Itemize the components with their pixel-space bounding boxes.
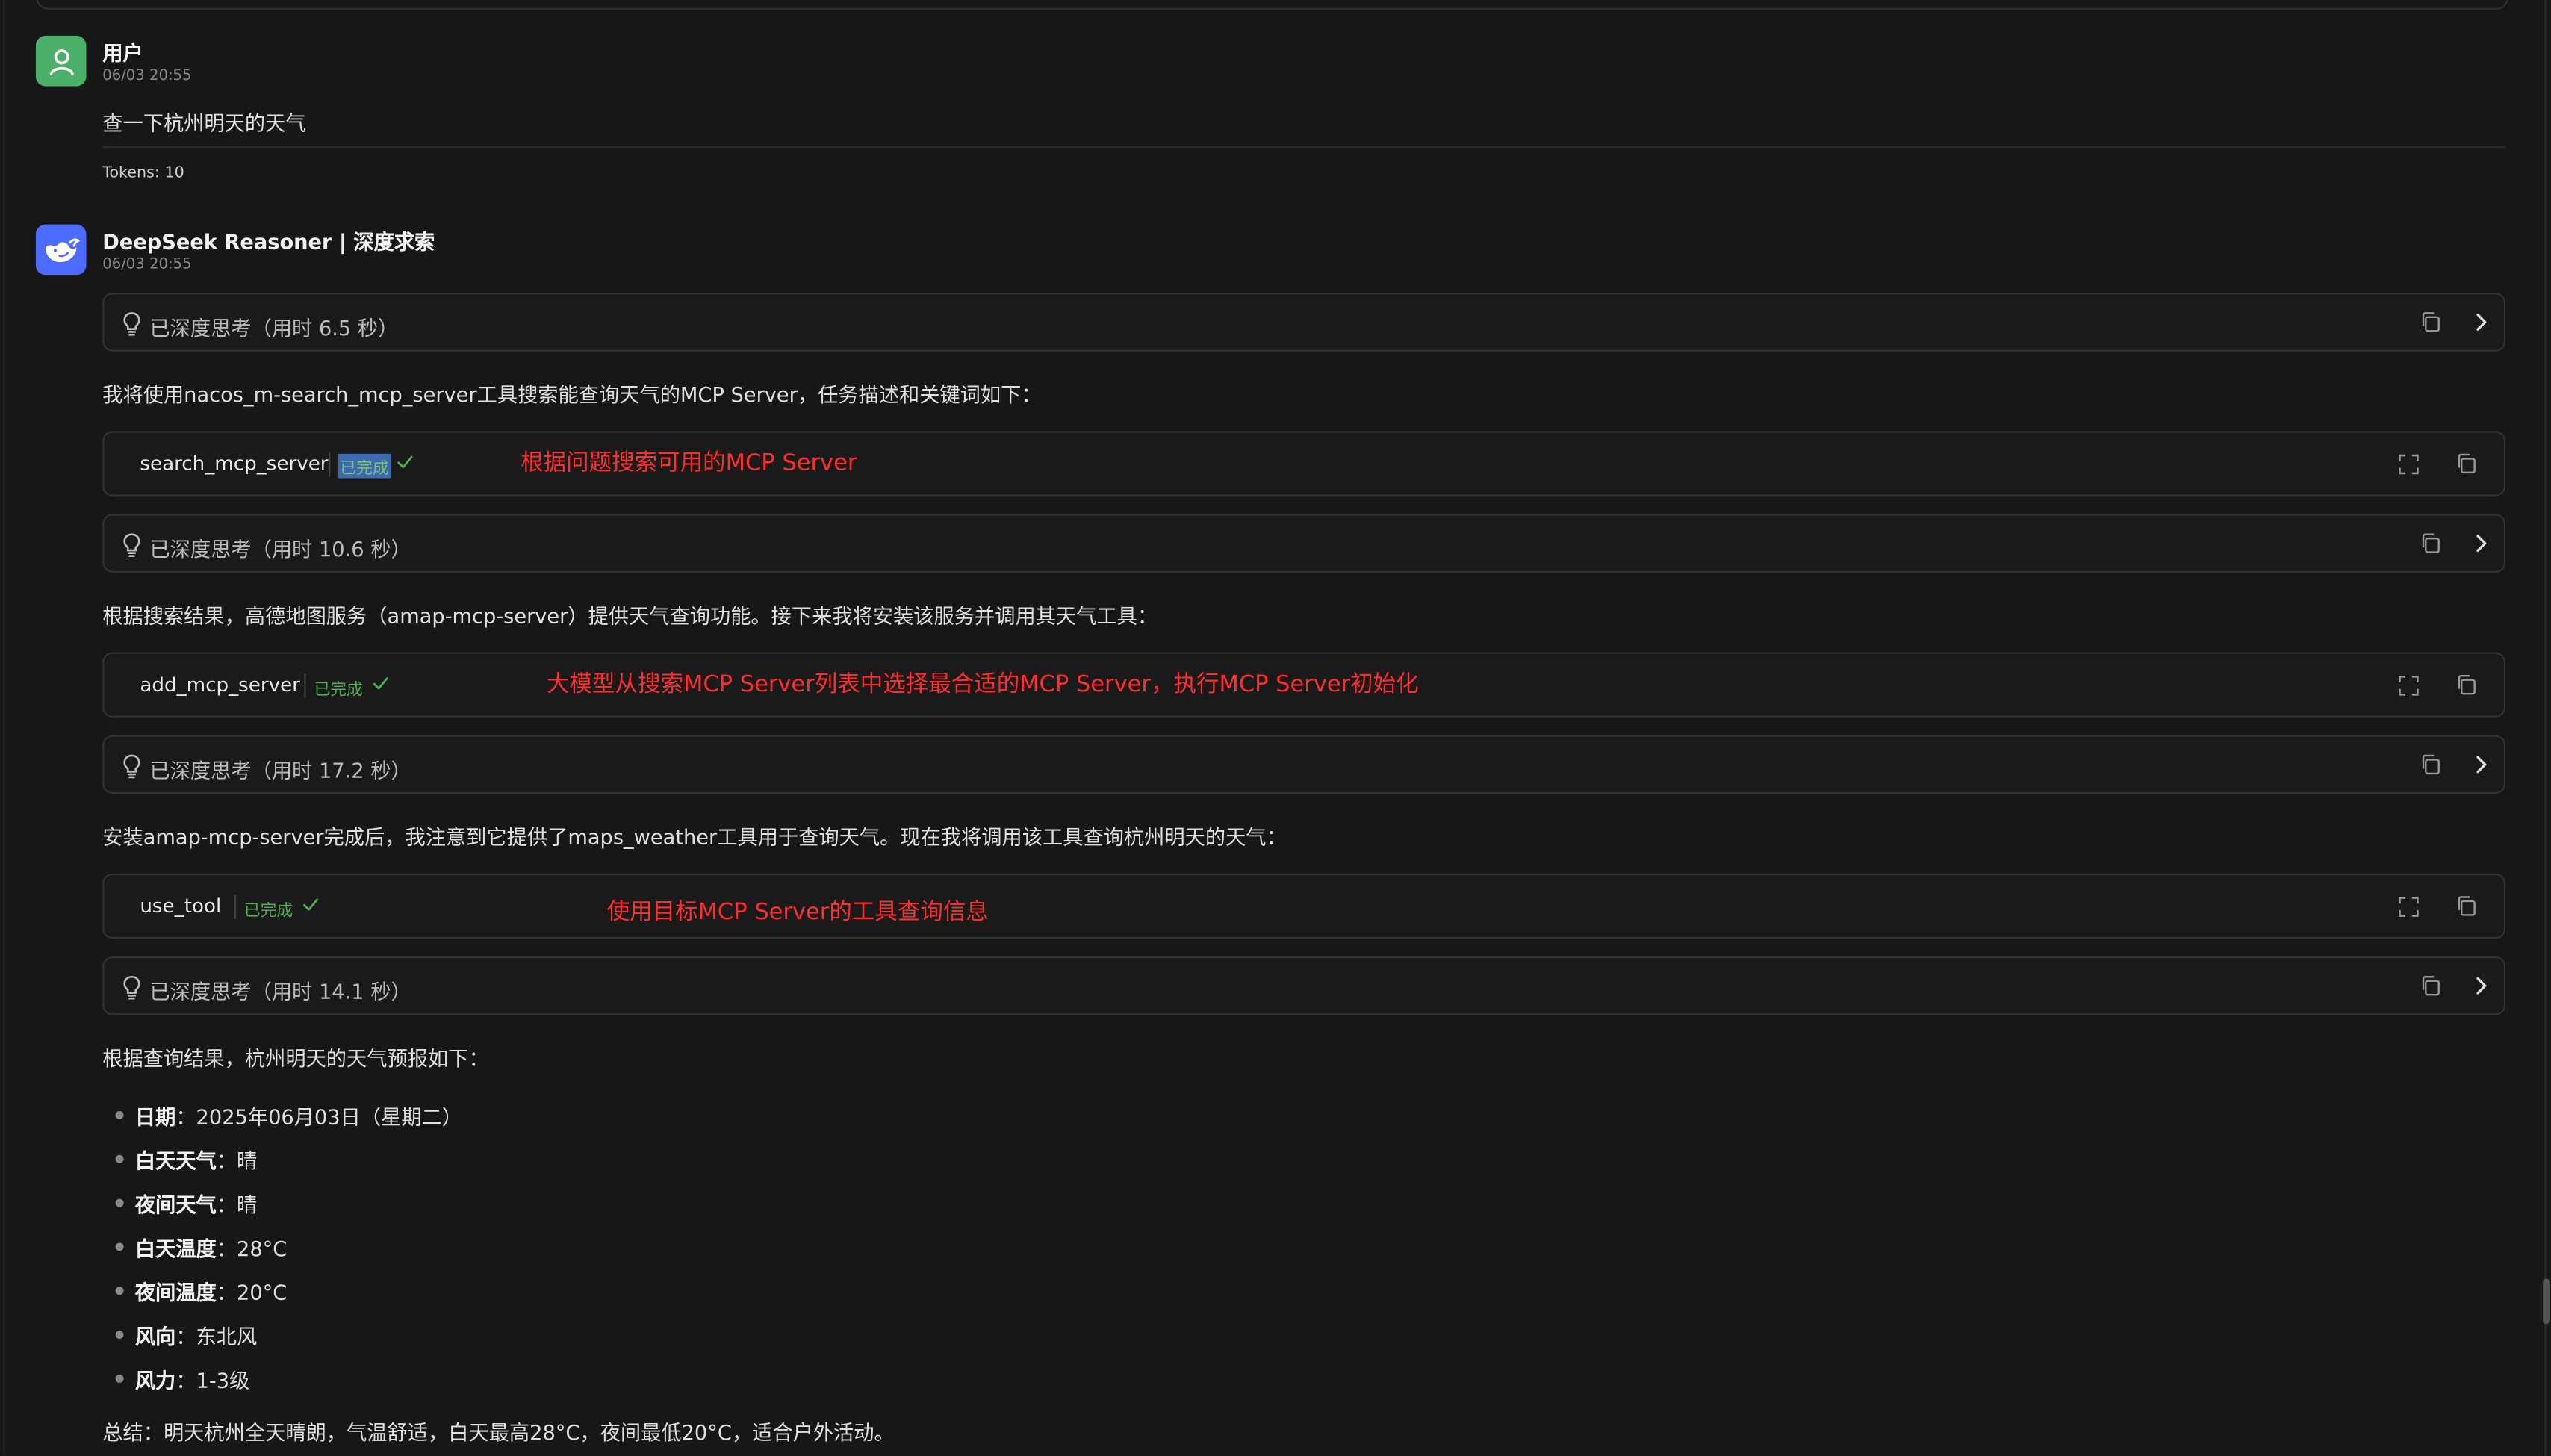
forecast-value: ：晴 bbox=[216, 1192, 258, 1217]
bullet-icon bbox=[115, 1198, 124, 1207]
copy-icon[interactable] bbox=[2455, 673, 2479, 697]
chevron-right-icon[interactable] bbox=[2470, 753, 2493, 777]
chat-window: 用户 06/03 20:55 查一下杭州明天的天气 Tokens: 10 Dee… bbox=[0, 0, 2551, 1456]
tool-call-card[interactable]: search_mcp_server 已完成 根据问题搜索可用的MCP Serve… bbox=[102, 431, 2506, 497]
list-item: 风向 ：东北风 bbox=[102, 1313, 462, 1357]
think-block[interactable]: 已深度思考（用时 10.6 秒） bbox=[102, 514, 2506, 573]
assistant-paragraph: 安装amap-mcp-server完成后，我注意到它提供了maps_weathe… bbox=[102, 824, 1287, 850]
think-block[interactable]: 已深度思考（用时 6.5 秒） bbox=[102, 293, 2506, 352]
token-count: Tokens: 10 bbox=[102, 164, 184, 183]
bullet-icon bbox=[115, 1374, 124, 1383]
copy-icon[interactable] bbox=[2420, 532, 2443, 555]
assistant-paragraph: 根据搜索结果，高德地图服务（amap-mcp-server）提供天气查询功能。接… bbox=[102, 603, 1158, 628]
bullet-icon bbox=[115, 1110, 124, 1119]
assistant-paragraph: 我将使用nacos_m-search_mcp_server工具搜索能查询天气的M… bbox=[102, 382, 1042, 407]
annotation-text: 使用目标MCP Server的工具查询信息 bbox=[606, 899, 989, 926]
fullscreen-icon[interactable] bbox=[2398, 454, 2419, 475]
copy-icon[interactable] bbox=[2420, 753, 2443, 777]
tool-status: 已完成 bbox=[314, 681, 363, 700]
forecast-key: 日期 bbox=[134, 1104, 176, 1129]
tool-name: search_mcp_server bbox=[140, 452, 329, 476]
tool-status: 已完成 bbox=[338, 453, 391, 479]
forecast-value: ：1-3级 bbox=[175, 1368, 250, 1393]
right-border bbox=[2544, 0, 2547, 1456]
bullet-icon bbox=[115, 1242, 124, 1251]
whale-icon bbox=[44, 237, 80, 262]
forecast-value: ：2025年06月03日（星期二） bbox=[175, 1104, 463, 1129]
user-message-text: 查一下杭州明天的天气 bbox=[102, 111, 306, 135]
think-label: 已深度思考（用时 6.5 秒） bbox=[149, 315, 399, 340]
check-icon bbox=[373, 677, 388, 690]
lightbulb-icon bbox=[123, 312, 140, 336]
left-border bbox=[3, 0, 5, 1456]
think-label: 已深度思考（用时 17.2 秒） bbox=[149, 758, 411, 783]
forecast-list: 日期 ：2025年06月03日（星期二） 白天天气 ：晴 夜间天气 ：晴 白天温度 ：2… bbox=[102, 1093, 462, 1401]
copy-icon[interactable] bbox=[2420, 311, 2443, 334]
tool-separator bbox=[234, 895, 236, 919]
forecast-key: 夜间天气 bbox=[134, 1192, 217, 1217]
user-icon bbox=[49, 49, 73, 75]
chevron-right-icon[interactable] bbox=[2470, 974, 2493, 998]
forecast-value: ：20°C bbox=[216, 1280, 288, 1305]
tool-name: use_tool bbox=[140, 895, 222, 918]
think-label: 已深度思考（用时 10.6 秒） bbox=[149, 536, 411, 561]
tool-call-card[interactable]: add_mcp_server 已完成 大模型从搜索MCP Server列表中选择… bbox=[102, 652, 2506, 718]
list-item: 风力 ：1-3级 bbox=[102, 1357, 462, 1401]
think-block[interactable]: 已深度思考（用时 14.1 秒） bbox=[102, 956, 2506, 1015]
forecast-key: 白天温度 bbox=[134, 1236, 217, 1261]
think-block[interactable]: 已深度思考（用时 17.2 秒） bbox=[102, 735, 2506, 794]
list-item: 夜间天气 ：晴 bbox=[102, 1181, 462, 1225]
user-timestamp: 06/03 20:55 bbox=[102, 68, 192, 85]
forecast-value: ：28°C bbox=[216, 1236, 288, 1261]
fullscreen-icon[interactable] bbox=[2398, 675, 2419, 696]
tool-call-card[interactable]: use_tool 已完成 使用目标MCP Server的工具查询信息 bbox=[102, 873, 2506, 939]
forecast-key: 风向 bbox=[134, 1324, 176, 1349]
forecast-value: ：晴 bbox=[216, 1148, 258, 1173]
lightbulb-icon bbox=[123, 533, 140, 557]
previous-card-edge bbox=[35, 0, 2509, 10]
forecast-key: 白天天气 bbox=[134, 1148, 217, 1173]
bullet-icon bbox=[115, 1287, 124, 1295]
tool-name: add_mcp_server bbox=[140, 673, 300, 697]
think-label: 已深度思考（用时 14.1 秒） bbox=[149, 979, 411, 1004]
fullscreen-icon[interactable] bbox=[2398, 896, 2419, 917]
assistant-paragraph: 根据查询结果，杭州明天的天气预报如下： bbox=[102, 1045, 489, 1071]
assistant-timestamp: 06/03 20:55 bbox=[102, 257, 192, 274]
assistant-name: DeepSeek Reasoner | 深度求索 bbox=[102, 229, 435, 254]
assistant-avatar bbox=[35, 224, 87, 276]
chevron-right-icon[interactable] bbox=[2470, 532, 2493, 555]
forecast-key: 风力 bbox=[134, 1368, 176, 1393]
tool-separator bbox=[304, 673, 306, 698]
tool-status: 已完成 bbox=[243, 903, 293, 921]
bullet-icon bbox=[115, 1331, 124, 1339]
message-divider bbox=[102, 146, 2506, 149]
lightbulb-icon bbox=[123, 975, 140, 1000]
list-item: 夜间温度 ：20°C bbox=[102, 1269, 462, 1313]
copy-icon[interactable] bbox=[2455, 895, 2479, 918]
forecast-value: ：东北风 bbox=[175, 1324, 258, 1349]
tool-separator bbox=[329, 452, 331, 477]
list-item: 白天天气 ：晴 bbox=[102, 1137, 462, 1181]
bullet-icon bbox=[115, 1154, 124, 1163]
summary-text: 总结：明天杭州全天晴朗，气温舒适，白天最高28°C，夜间最低20°C，适合户外活… bbox=[102, 1419, 895, 1445]
list-item: 日期 ：2025年06月03日（星期二） bbox=[102, 1093, 462, 1137]
check-icon bbox=[302, 898, 319, 911]
chevron-right-icon[interactable] bbox=[2470, 311, 2493, 334]
copy-icon[interactable] bbox=[2455, 452, 2479, 476]
forecast-key: 夜间温度 bbox=[134, 1280, 217, 1305]
scrollbar-thumb[interactable] bbox=[2543, 1278, 2550, 1325]
list-item: 白天温度 ：28°C bbox=[102, 1225, 462, 1269]
annotation-text: 大模型从搜索MCP Server列表中选择最合适的MCP Server，执行MC… bbox=[547, 671, 1419, 698]
lightbulb-icon bbox=[123, 754, 140, 779]
user-name: 用户 bbox=[102, 40, 143, 66]
user-avatar bbox=[35, 35, 87, 87]
check-icon bbox=[397, 455, 413, 469]
copy-icon[interactable] bbox=[2420, 974, 2443, 998]
annotation-text: 根据问题搜索可用的MCP Server bbox=[521, 450, 857, 477]
